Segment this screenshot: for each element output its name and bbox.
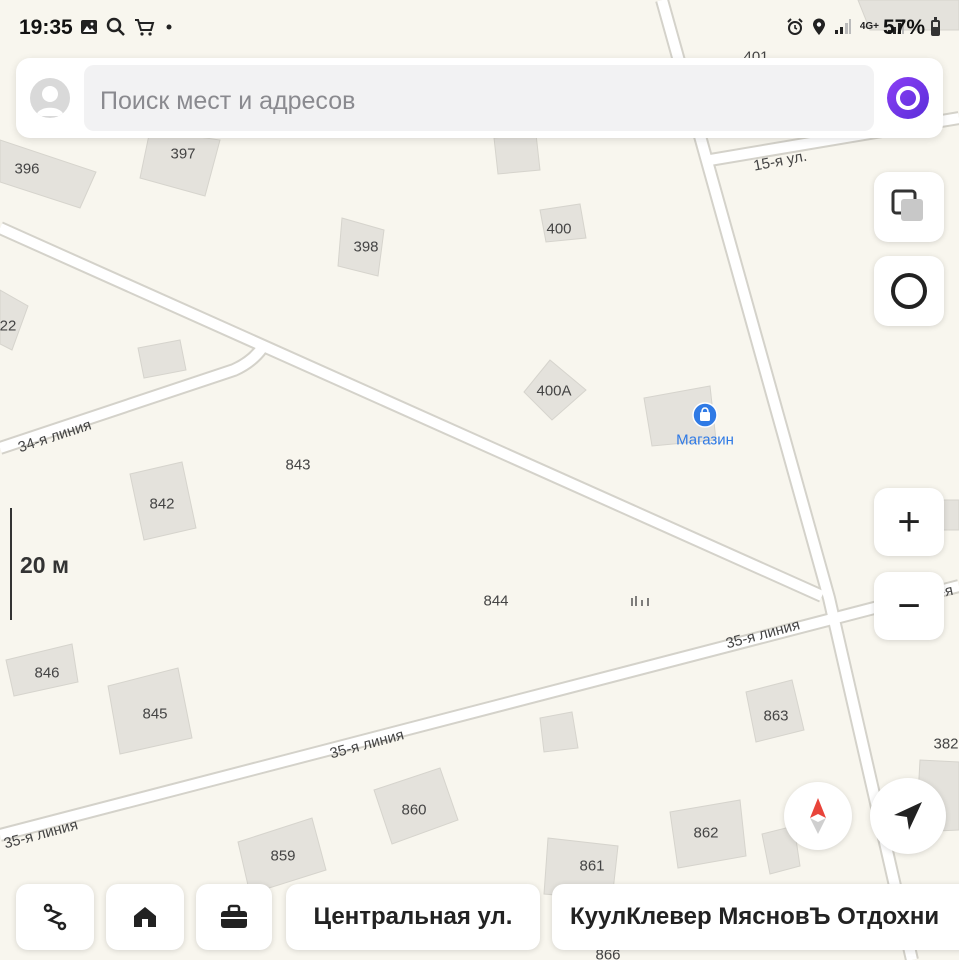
alarm-icon [787,18,803,35]
location-icon [812,18,825,35]
search-placeholder: Поиск мест и адресов [100,87,356,115]
battery-icon [931,17,940,36]
house-number: 22 [0,317,17,335]
house-number: 398 [353,238,379,256]
house-number: 396 [14,160,40,178]
home-button[interactable] [106,884,184,950]
search-input[interactable]: Поиск мест и адресов [84,65,874,131]
shopping-bag-icon [692,402,718,428]
house-number: 863 [763,707,789,725]
search-bar: Поиск мест и адресов [16,58,943,138]
compass-button[interactable] [784,782,852,850]
shortcut-label: Центральная ул. [313,903,513,930]
house-number: 842 [149,495,175,513]
navigation-arrow-icon [894,802,922,830]
layers-button[interactable] [874,172,944,242]
zoom-in-button[interactable]: + [874,488,944,556]
gallery-icon [81,20,97,34]
battery-level: 57% [882,16,925,39]
route-button[interactable] [16,884,94,950]
signal-icon [834,19,851,34]
house-number: 862 [693,824,719,842]
scale-line [10,508,12,620]
scale-label: 20 м [20,552,69,578]
status-bar: 19:35 4G+ 57% [0,0,959,56]
house-number: 845 [142,705,168,723]
bottom-shortcuts: Центральная ул. КуулКлевер МясновЪ Отдох… [0,882,959,960]
poi-shop-label: Магазин [676,431,734,449]
layers-icon [891,189,923,221]
avatar[interactable] [30,78,70,118]
house-number: 860 [401,801,427,819]
house-number: 382 [933,735,959,753]
alice-map-button[interactable] [874,256,944,326]
house-number: 400А [536,382,572,400]
poi-shop[interactable] [692,402,718,433]
house-number: 843 [285,456,311,474]
status-notification-icons [80,17,174,37]
shortcut-label: КуулКлевер МясновЪ Отдохни [570,903,940,930]
shortcut-central-street[interactable]: Центральная ул. [286,884,540,950]
dot-icon [166,24,172,30]
work-button[interactable] [196,884,272,950]
house-number: 859 [270,847,296,865]
house-number: 400 [546,220,572,238]
locate-me-button[interactable] [870,778,946,854]
compass-icon [810,798,826,834]
status-time: 19:35 [19,16,73,39]
user-icon [36,86,64,116]
zoom-out-button[interactable]: − [874,572,944,640]
plus-icon: + [897,499,921,544]
house-number: 397 [170,145,196,163]
search-icon [106,17,125,36]
network-type: 4G+ [859,21,879,32]
house-number: 844 [483,592,509,610]
scale-bar: 20 м [10,508,80,620]
house-number: 846 [34,664,60,682]
minus-icon: − [897,583,921,628]
route-icon [43,903,67,931]
home-icon [134,907,156,927]
alice-voice-button[interactable] [887,77,929,119]
alice-ring-icon [891,273,927,309]
briefcase-icon [221,904,247,928]
cart-icon [135,19,155,36]
shortcut-place[interactable]: КуулКлевер МясновЪ Отдохни [552,884,959,950]
house-number: 861 [579,857,605,875]
